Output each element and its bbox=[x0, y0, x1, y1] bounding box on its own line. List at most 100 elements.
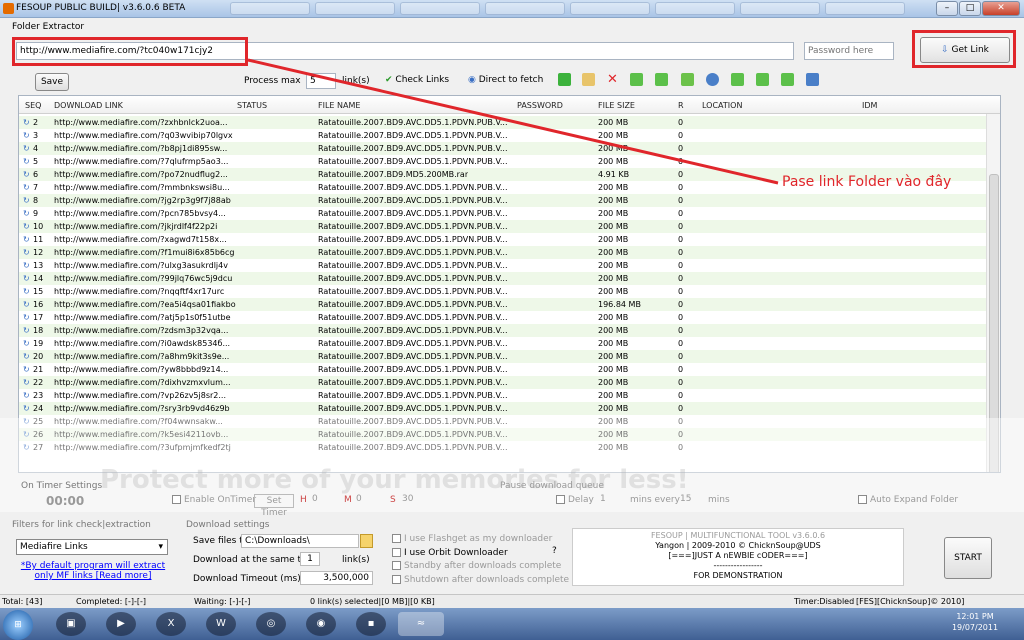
hours-value[interactable]: 0 bbox=[312, 494, 332, 504]
table-row[interactable]: ↻ 27 http://www.mediafire.com/?3ufpmjmfked… bbox=[19, 441, 987, 454]
column-header[interactable]: SEQ bbox=[25, 101, 41, 110]
download-settings-label: Download settings bbox=[186, 520, 270, 530]
cell-link: http://www.mediafire.com/?jkjrdlf4f22p2i bbox=[54, 222, 218, 231]
explorer-icon[interactable]: ▣ bbox=[56, 612, 86, 636]
set-timer-button[interactable]: Set Timer bbox=[254, 494, 294, 518]
media-player-icon[interactable]: ▶ bbox=[106, 612, 136, 636]
column-header[interactable]: LOCATION bbox=[702, 101, 742, 110]
column-header[interactable]: PASSWORD bbox=[517, 101, 563, 110]
table-row[interactable]: ↻ 26 http://www.mediafire.com/?k5esi4211ov… bbox=[19, 428, 987, 441]
auto-expand-checkbox[interactable]: Auto Expand Folder bbox=[858, 495, 958, 505]
every-value[interactable]: 15 bbox=[680, 494, 691, 504]
cell-r: 0 bbox=[678, 326, 684, 335]
add-icon[interactable] bbox=[558, 73, 571, 86]
save-path-input[interactable]: C:\Downloads\ bbox=[241, 534, 359, 548]
paste-icon[interactable] bbox=[582, 73, 595, 86]
same-time-spinner[interactable]: 1 bbox=[300, 552, 320, 566]
table-row[interactable]: ↻ 24 http://www.mediafire.com/?sry3rb9vd46… bbox=[19, 402, 987, 415]
system-clock[interactable]: 12:01 PM 19/07/2011 bbox=[948, 611, 1002, 633]
cell-size: 200 MB bbox=[598, 430, 629, 439]
maximize-button[interactable]: □ bbox=[959, 1, 981, 16]
grid-scrollbar[interactable] bbox=[986, 114, 1000, 472]
chrome-icon[interactable]: ◉ bbox=[306, 612, 336, 636]
filters-label: Filters for link check|extraction bbox=[12, 520, 151, 530]
refresh-icon: ↻ bbox=[23, 274, 30, 283]
table-row[interactable]: ↻ 11 http://www.mediafire.com/?xagwd7t158x… bbox=[19, 233, 987, 246]
minimize-button[interactable]: – bbox=[936, 1, 958, 16]
table-row[interactable]: ↻ 4 http://www.mediafire.com/?b8pj1di895sw… bbox=[19, 142, 987, 155]
status-timer: Timer:Disabled bbox=[794, 597, 855, 606]
windows-start-icon[interactable]: ⊞ bbox=[3, 610, 33, 640]
settings-icon[interactable] bbox=[781, 73, 794, 86]
globe-icon[interactable] bbox=[706, 73, 719, 86]
column-header[interactable]: IDM bbox=[862, 101, 877, 110]
firefox-icon[interactable]: ◎ bbox=[256, 612, 286, 636]
cell-file: Ratatouille.2007.BD9.AVC.DD5.1.PDVN.PUB.… bbox=[318, 144, 508, 153]
table-row[interactable]: ↻ 8 http://www.mediafire.com/?jg2rp3g9f7j8… bbox=[19, 194, 987, 207]
table-row[interactable]: ↻ 3 http://www.mediafire.com/?q03wvibip70l… bbox=[19, 129, 987, 142]
table-row[interactable]: ↻ 10 http://www.mediafire.com/?jkjrdlf4f22… bbox=[19, 220, 987, 233]
folder-icon[interactable] bbox=[360, 534, 373, 548]
column-header[interactable]: DOWNLOAD LINK bbox=[54, 101, 123, 110]
timeout-input[interactable]: 3,500,000 bbox=[300, 571, 373, 585]
move-up-icon[interactable] bbox=[630, 73, 643, 86]
table-row[interactable]: ↻ 22 http://www.mediafire.com/?dixhvzmxvlu… bbox=[19, 376, 987, 389]
column-header[interactable]: STATUS bbox=[237, 101, 267, 110]
shutdown-checkbox[interactable]: Shutdown after downloads complete bbox=[392, 574, 569, 588]
table-row[interactable]: ↻ 2 http://www.mediafire.com/?zxhbnlck2uoa… bbox=[19, 116, 987, 129]
move-down-icon[interactable] bbox=[655, 73, 668, 86]
delay-checkbox[interactable]: Delay bbox=[556, 495, 594, 505]
delete-icon[interactable]: ✕ bbox=[606, 73, 619, 86]
table-row[interactable]: ↻ 19 http://www.mediafire.com/?i0awdsk8534… bbox=[19, 337, 987, 350]
table-row[interactable]: ↻ 9 http://www.mediafire.com/?pcn785bvsy4.… bbox=[19, 207, 987, 220]
table-row[interactable]: ↻ 25 http://www.mediafire.com/?f04wwnsakw.… bbox=[19, 415, 987, 428]
direct-fetch-radio[interactable]: ◉ Direct to fetch bbox=[468, 75, 543, 85]
user-icon[interactable] bbox=[731, 73, 744, 86]
help-mark[interactable]: ? bbox=[552, 546, 557, 556]
table-row[interactable]: ↻ 5 http://www.mediafire.com/?7qlufrmp5ao3… bbox=[19, 155, 987, 168]
table-row[interactable]: ↻ 14 http://www.mediafire.com/?99jlq76wc5j… bbox=[19, 272, 987, 285]
orbit-checkbox[interactable]: I use Orbit Downloader bbox=[392, 547, 569, 561]
enable-ontimer-checkbox[interactable]: Enable OnTimer bbox=[172, 495, 256, 505]
flashget-checkbox[interactable]: I use Flashget as my downloader bbox=[392, 533, 569, 547]
table-row[interactable]: ↻ 12 http://www.mediafire.com/?f1mui8i6x85… bbox=[19, 246, 987, 259]
start-button[interactable]: START bbox=[944, 537, 992, 579]
tools-icon[interactable] bbox=[681, 73, 694, 86]
chat-icon[interactable]: ▪ bbox=[356, 612, 386, 636]
table-row[interactable]: ↻ 18 http://www.mediafire.com/?zdsm3p32vqa… bbox=[19, 324, 987, 337]
delay-value[interactable]: 1 bbox=[600, 494, 606, 504]
cell-link: http://www.mediafire.com/?f1mui8i6x85b6c… bbox=[54, 248, 235, 257]
column-header[interactable]: R bbox=[678, 101, 684, 110]
close-button[interactable]: ✕ bbox=[982, 1, 1020, 16]
cell-size: 200 MB bbox=[598, 391, 629, 400]
table-row[interactable]: ↻ 23 http://www.mediafire.com/?vp26zv5j8sr… bbox=[19, 389, 987, 402]
minutes-label: M bbox=[344, 495, 352, 505]
download-grid[interactable]: SEQ DOWNLOAD LINK STATUS FILE NAME PASSW… bbox=[18, 95, 1001, 473]
table-row[interactable]: ↻ 17 http://www.mediafire.com/?atj5p1s0f51… bbox=[19, 311, 987, 324]
cell-file: Ratatouille.2007.BD9.AVC.DD5.1.PDVN.PUB.… bbox=[318, 287, 508, 296]
process-max-spinner[interactable]: 5 bbox=[306, 73, 336, 89]
table-row[interactable]: ↻ 20 http://www.mediafire.com/?a8hm9kit3s9… bbox=[19, 350, 987, 363]
save-button[interactable]: Save bbox=[35, 73, 69, 91]
title-bar: FESOUP PUBLIC BUILD| v3.6.0.6 BETA – □ ✕ bbox=[0, 0, 1024, 18]
info-icon[interactable] bbox=[806, 73, 819, 86]
minutes-value[interactable]: 0 bbox=[356, 494, 376, 504]
column-header[interactable]: FILE NAME bbox=[318, 101, 360, 110]
password-input[interactable] bbox=[804, 42, 894, 60]
table-row[interactable]: ↻ 13 http://www.mediafire.com/?ulxg3asukrd… bbox=[19, 259, 987, 272]
seconds-value[interactable]: 30 bbox=[402, 494, 422, 504]
table-row[interactable]: ↻ 21 http://www.mediafire.com/?yw8bbbd9z14… bbox=[19, 363, 987, 376]
x-app-icon[interactable]: X bbox=[156, 612, 186, 636]
cell-file: Ratatouille.2007.BD9.AVC.DD5.1.PDVN.PUB.… bbox=[318, 365, 508, 374]
w-app-icon[interactable]: W bbox=[206, 612, 236, 636]
fesoup-task-icon[interactable]: ≈ bbox=[398, 612, 444, 636]
filter-select[interactable]: Mediafire Links ▾ bbox=[16, 539, 168, 555]
standby-checkbox[interactable]: Standby after downloads complete bbox=[392, 560, 569, 574]
column-header[interactable]: FILE SIZE bbox=[598, 101, 635, 110]
table-row[interactable]: ↻ 16 http://www.mediafire.com/?ea5i4qsa01f… bbox=[19, 298, 987, 311]
help-icon[interactable] bbox=[756, 73, 769, 86]
scroll-thumb[interactable] bbox=[989, 174, 999, 472]
table-row[interactable]: ↻ 15 http://www.mediafire.com/?nqqftf4xr17… bbox=[19, 285, 987, 298]
filter-note-link[interactable]: *By default program will extract only MF… bbox=[18, 561, 168, 581]
check-links-button[interactable]: ✔ Check Links bbox=[385, 75, 449, 85]
